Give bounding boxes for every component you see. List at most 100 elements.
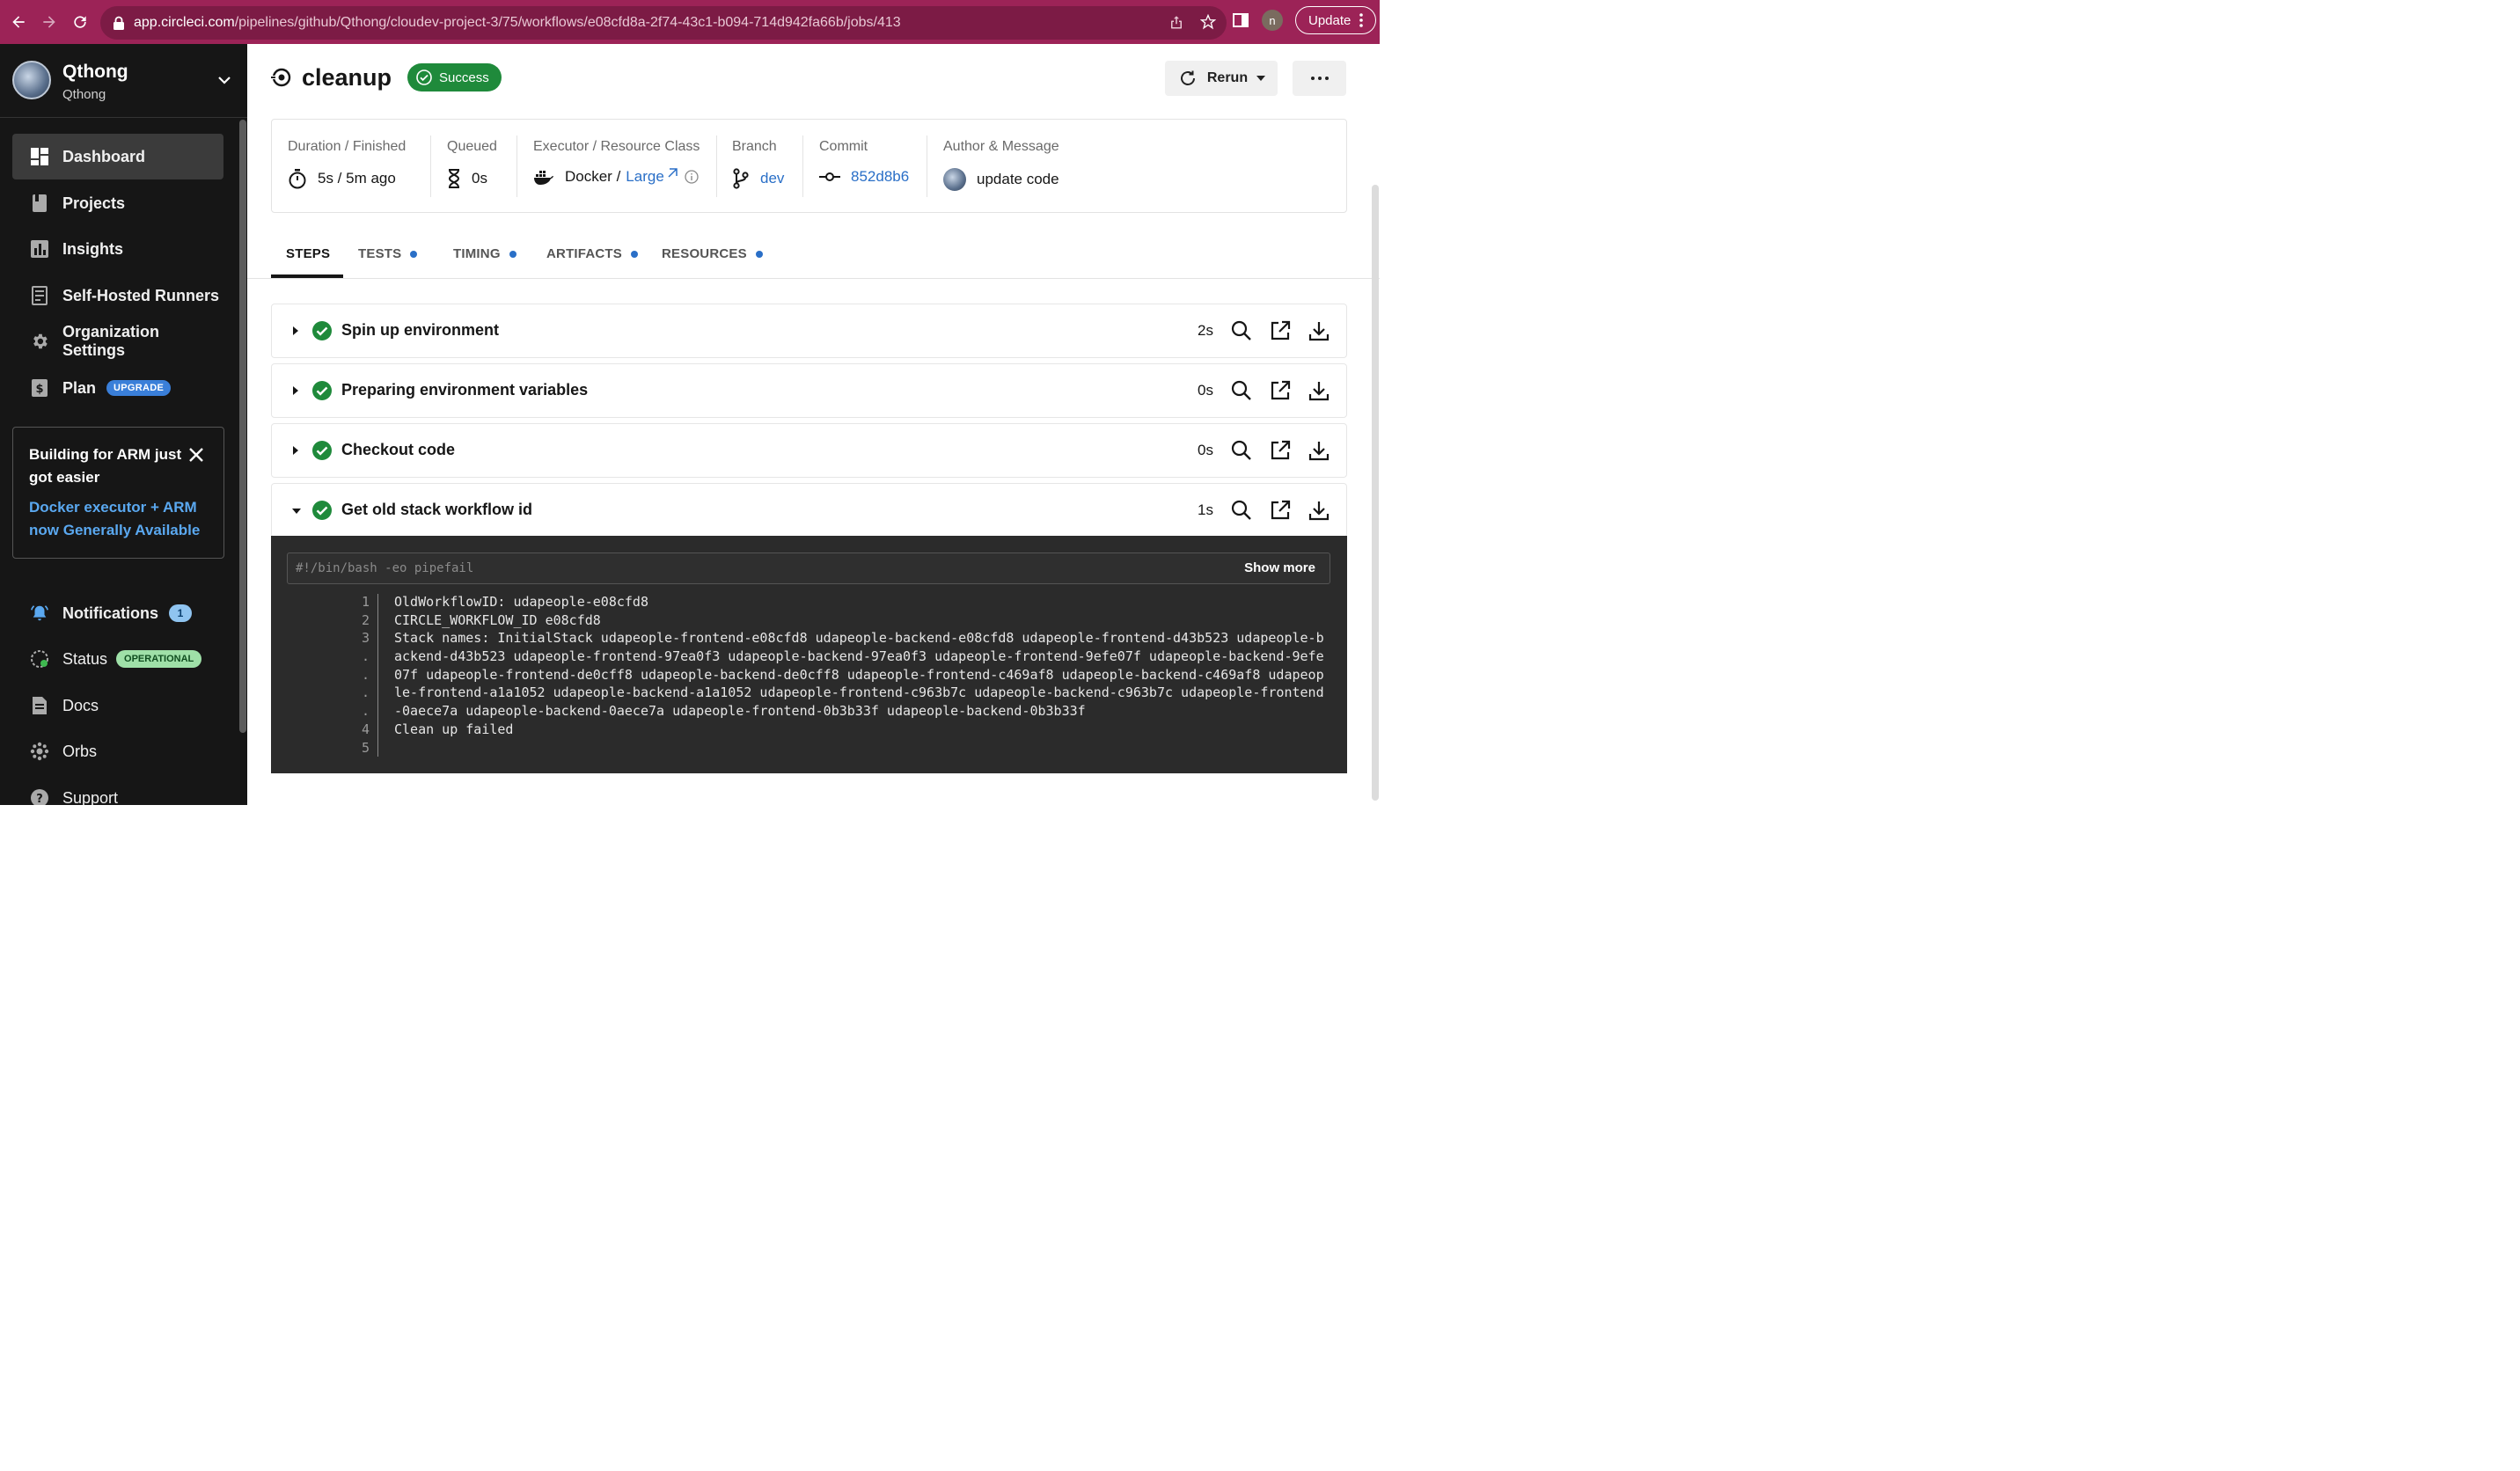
- sidebar-item-organization-settings[interactable]: Organization Settings: [12, 318, 223, 364]
- rerun-label: Rerun: [1206, 70, 1249, 85]
- tab-artifacts[interactable]: ARTIFACTS: [546, 246, 638, 261]
- search-icon[interactable]: [1230, 379, 1253, 402]
- commit-link[interactable]: 852d8b6: [851, 168, 909, 186]
- sidebar-item-label: Plan: [62, 378, 97, 397]
- line-number: 5: [361, 739, 370, 756]
- url-text: app.circleci.com/pipelines/github/Qthong…: [134, 15, 901, 31]
- download-icon[interactable]: [1308, 439, 1330, 462]
- sidebar-item-dashboard[interactable]: Dashboard: [12, 134, 223, 179]
- caret-right-icon[interactable]: [291, 385, 300, 396]
- commit-icon: [819, 172, 840, 181]
- sidebar-item-insights[interactable]: Insights: [12, 226, 223, 272]
- log-line: . 07f udapeople-frontend-de0cff8 udapeopl…: [271, 667, 1347, 685]
- branch-header: Branch: [732, 139, 777, 154]
- tab-indicator-dot: [410, 250, 418, 258]
- line-text: ackend-d43b523 udapeople-frontend-97ea0f…: [394, 648, 1324, 665]
- ellipsis-icon: [1310, 77, 1329, 80]
- search-icon[interactable]: [1230, 319, 1253, 342]
- sidebar-item-orbs[interactable]: Orbs: [12, 728, 223, 774]
- resource-class-link[interactable]: Large: [626, 168, 678, 186]
- line-number: 2: [361, 611, 370, 628]
- close-icon[interactable]: [188, 447, 204, 463]
- branch-link[interactable]: dev: [760, 170, 784, 187]
- job-tabs: STEPS TESTS TIMING ARTIFACTS RESOURCES: [271, 236, 1380, 280]
- info-divider: [716, 135, 717, 197]
- search-icon[interactable]: [1230, 439, 1253, 462]
- sidebar-item-projects[interactable]: Projects: [12, 180, 223, 226]
- caret-down-icon[interactable]: [291, 507, 302, 516]
- caret-right-icon[interactable]: [291, 445, 300, 456]
- back-button[interactable]: [4, 7, 33, 37]
- download-icon[interactable]: [1308, 499, 1330, 522]
- tab-label: RESOURCES: [662, 246, 747, 261]
- sidebar-item-label: Support: [62, 788, 119, 806]
- update-button[interactable]: Update: [1295, 6, 1377, 34]
- check-circle-icon: [312, 381, 332, 400]
- line-number: .: [361, 684, 370, 701]
- tab-label: ARTIFACTS: [546, 246, 622, 261]
- sidebar-item-support[interactable]: ? Support: [12, 775, 223, 805]
- tab-indicator-dot: [755, 250, 763, 258]
- sidebar-item-label: Docs: [62, 696, 99, 714]
- upgrade-badge[interactable]: UPGRADE: [106, 380, 172, 396]
- external-link-icon[interactable]: [1269, 379, 1292, 402]
- chevron-down-icon[interactable]: [216, 72, 232, 88]
- sidebar-item-status[interactable]: Status OPERATIONAL: [12, 636, 223, 682]
- tab-steps[interactable]: STEPS: [286, 246, 330, 261]
- sidebar-item-self-hosted-runners[interactable]: Self-Hosted Runners: [12, 273, 223, 318]
- external-link-icon[interactable]: [1269, 499, 1292, 522]
- promo-link[interactable]: Docker executor + ARM now Generally Avai…: [29, 496, 208, 542]
- line-text: le-frontend-a1a1052 udapeople-backend-a1…: [394, 684, 1324, 701]
- caret-down-icon: [1256, 76, 1266, 81]
- download-icon[interactable]: [1308, 319, 1330, 342]
- external-link-icon[interactable]: [1269, 319, 1292, 342]
- commit-header: Commit: [819, 139, 868, 154]
- tab-label: TESTS: [358, 246, 402, 261]
- external-link-icon[interactable]: [1269, 439, 1292, 462]
- step-duration: 0s: [1198, 442, 1213, 458]
- more-options-button[interactable]: [1293, 61, 1346, 96]
- tab-timing[interactable]: TIMING: [453, 246, 516, 261]
- sidebar-item-label: Orbs: [62, 742, 98, 760]
- show-more-button[interactable]: Show more: [1244, 560, 1315, 575]
- sidebar-item-notifications[interactable]: Notifications 1: [12, 590, 223, 636]
- log-line: 1 OldWorkflowID: udapeople-e08cfd8: [271, 594, 1347, 612]
- info-icon[interactable]: [685, 170, 699, 184]
- promo-title: Building for ARM just got easier: [29, 446, 182, 486]
- log-line: 5: [271, 740, 1347, 758]
- log-line: . -0aece7a udapeople-backend-0aece7a udap…: [271, 703, 1347, 721]
- tab-tests[interactable]: TESTS: [358, 246, 418, 261]
- profile-avatar[interactable]: n: [1262, 10, 1283, 31]
- address-bar[interactable]: app.circleci.com/pipelines/github/Qthong…: [100, 6, 1227, 40]
- step-row[interactable]: Preparing environment variables 0s: [271, 363, 1347, 418]
- sidebar-item-docs[interactable]: Docs: [12, 683, 223, 728]
- forward-button[interactable]: [34, 7, 64, 37]
- sidebar-toggle-icon[interactable]: [1232, 11, 1249, 29]
- commit-message: update code: [977, 171, 1059, 187]
- tab-label: TIMING: [453, 246, 501, 261]
- search-icon[interactable]: [1230, 499, 1253, 522]
- info-divider: [516, 135, 517, 197]
- sidebar-scrollbar[interactable]: [239, 120, 246, 733]
- reload-button[interactable]: [65, 7, 95, 37]
- step-row-expanded[interactable]: Get old stack workflow id 1s: [271, 483, 1347, 538]
- share-icon[interactable]: [1168, 14, 1184, 30]
- download-icon[interactable]: [1308, 379, 1330, 402]
- sidebar-item-plan[interactable]: $ Plan UPGRADE: [12, 365, 223, 411]
- duration-header: Duration / Finished: [288, 139, 407, 154]
- arrow-right-icon: [43, 16, 55, 28]
- main-scrollbar[interactable]: [1372, 185, 1379, 801]
- org-switcher[interactable]: Qthong Qthong: [0, 44, 247, 118]
- orbs-icon: [30, 742, 49, 761]
- step-row[interactable]: Checkout code 0s: [271, 423, 1347, 478]
- tab-resources[interactable]: RESOURCES: [662, 246, 763, 261]
- rerun-button[interactable]: Rerun: [1165, 61, 1278, 96]
- step-row[interactable]: Spin up environment 2s: [271, 304, 1347, 358]
- docker-icon: [534, 171, 553, 185]
- status-badge: OPERATIONAL: [116, 650, 202, 668]
- star-icon[interactable]: [1200, 14, 1216, 30]
- caret-right-icon[interactable]: [291, 326, 300, 336]
- reload-icon: [74, 16, 86, 28]
- check-circle-icon: [416, 70, 432, 85]
- bell-icon: [30, 604, 49, 623]
